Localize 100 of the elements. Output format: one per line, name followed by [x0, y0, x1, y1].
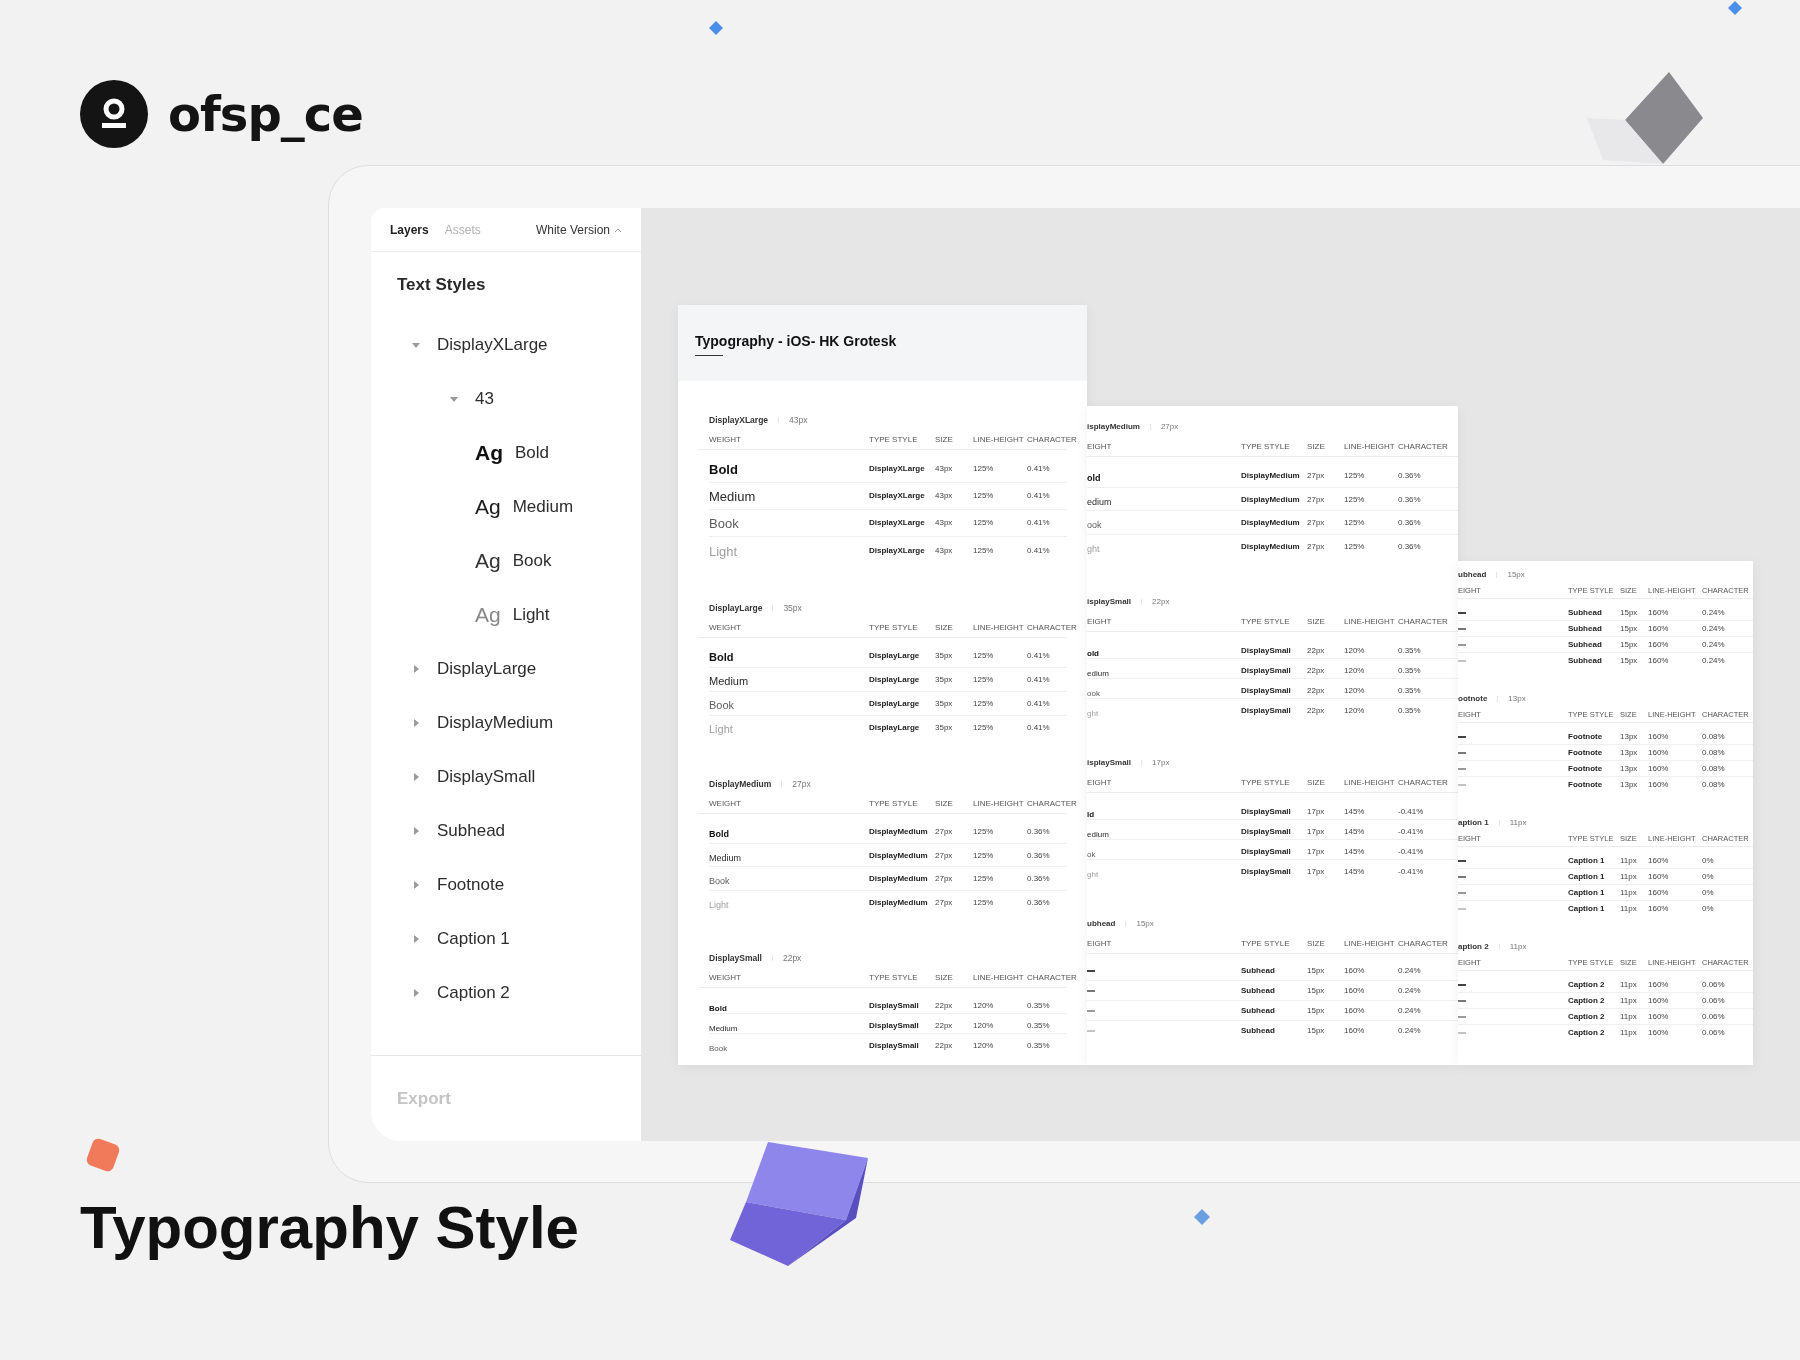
- table-cell-text: 35px: [935, 722, 954, 734]
- table-cell-text: 15px: [1620, 606, 1639, 619]
- column-header: LINE-HEIGHT: [1344, 776, 1396, 789]
- diamond-decoration: [708, 20, 724, 36]
- table-cell-text: DisplayLarge: [869, 698, 921, 710]
- version-dropdown[interactable]: White Version: [535, 220, 622, 239]
- table-cell-text: 125%: [1344, 470, 1366, 482]
- table-cell-text: 125%: [973, 463, 995, 475]
- column-header: TYPE STYLE: [869, 971, 919, 984]
- table-cell-text: 120%: [1344, 665, 1366, 677]
- tree-item[interactable]: Bold: [515, 440, 550, 466]
- table-cell-text: 160%: [1648, 746, 1670, 759]
- column-header: TYPE STYLE: [1241, 440, 1291, 453]
- table-cell-text: 0.36%: [1027, 896, 1051, 909]
- font-sample: Ag: [475, 440, 503, 467]
- caret-icon[interactable]: [411, 988, 421, 998]
- tree-item[interactable]: Caption 2: [437, 980, 510, 1006]
- table-cell-text: 0.08%: [1702, 746, 1726, 759]
- column-header: TYPE STYLE: [1241, 776, 1291, 789]
- table-cell-text: 0.35%: [1398, 705, 1422, 717]
- table-cell-text: Caption 1: [1568, 854, 1606, 867]
- table-cell-text: Subhead: [1241, 964, 1276, 977]
- table-cell-text: 125%: [973, 722, 995, 734]
- weight-label: ook: [1087, 689, 1100, 698]
- weight-label: ght: [1087, 870, 1099, 879]
- caret-icon[interactable]: [411, 664, 421, 674]
- table-cell-text: 15px: [1307, 1004, 1326, 1017]
- table-cell-text: DisplaySmall: [1241, 645, 1292, 657]
- caret-icon[interactable]: [449, 394, 459, 404]
- diamond-decoration: [1193, 1208, 1211, 1226]
- sheet-title: Typography - iOS- HK Grotesk: [695, 331, 898, 351]
- table-cell-text: DisplayMedium: [1241, 517, 1301, 529]
- tree-item[interactable]: Book: [512, 548, 552, 574]
- table-cell-text: 13px: [1620, 779, 1639, 791]
- tree-item[interactable]: Medium: [512, 494, 574, 520]
- weight-label: edium: [1087, 496, 1112, 507]
- caret-icon[interactable]: [411, 340, 421, 350]
- section-title: ubhead: [1087, 918, 1116, 930]
- column-header: CHARACTER: [1027, 797, 1077, 810]
- table-cell-text: 160%: [1648, 978, 1670, 991]
- chevron-up-icon: [614, 226, 622, 233]
- weight-label: ok: [1087, 850, 1096, 859]
- table-cell-text: Footnote: [1568, 762, 1604, 775]
- table-cell-text: 0.36%: [1398, 540, 1422, 553]
- caret-icon[interactable]: [411, 826, 421, 836]
- table-cell-text: 125%: [973, 873, 995, 885]
- tree-item[interactable]: Subhead: [437, 818, 506, 844]
- tree-item[interactable]: 43: [475, 386, 494, 412]
- caret-icon[interactable]: [411, 880, 421, 890]
- column-header: CHARACTER: [1398, 615, 1449, 628]
- table-cell-text: 27px: [1307, 517, 1326, 529]
- section-title: DisplayXLarge: [709, 413, 769, 427]
- tree-item[interactable]: Caption 1: [437, 926, 510, 952]
- table-cell-text: 160%: [1648, 762, 1670, 775]
- tab[interactable]: Layers: [390, 220, 429, 239]
- column-header: CHARACTER: [1398, 937, 1449, 950]
- table-cell-text: 160%: [1344, 964, 1366, 977]
- table-cell-text: 0.06%: [1702, 994, 1726, 1007]
- column-header: LINE-HEIGHT: [973, 433, 1025, 446]
- section-size: 22px: [782, 951, 802, 965]
- table-cell-text: DisplaySmall: [1241, 866, 1292, 878]
- column-header: EIGHT: [1087, 776, 1113, 789]
- table-cell-text: 0%: [1702, 903, 1715, 915]
- column-header: WEIGHT: [709, 797, 742, 810]
- table-cell-text: 125%: [973, 490, 995, 502]
- table-cell-text: DisplayMedium: [869, 826, 929, 838]
- caret-icon[interactable]: [411, 934, 421, 944]
- table-cell-text: 0.24%: [1398, 1004, 1422, 1017]
- weight-label: Light: [709, 723, 733, 735]
- table-cell-text: DisplaySmall: [1241, 846, 1292, 858]
- table-cell-text: 0.36%: [1027, 849, 1051, 862]
- table-cell-text: -0.41%: [1398, 846, 1425, 858]
- table-cell-text: 13px: [1620, 730, 1639, 743]
- weight-label: ook: [1087, 520, 1102, 530]
- tree-item[interactable]: DisplaySmall: [437, 764, 536, 790]
- section-size: 11px: [1509, 817, 1527, 829]
- caret-icon[interactable]: [411, 772, 421, 782]
- table-cell-text: 160%: [1648, 903, 1670, 915]
- table-cell-text: DisplayXLarge: [869, 463, 926, 475]
- table-cell-text: DisplayXLarge: [869, 490, 926, 502]
- column-header: TYPE STYLE: [1241, 615, 1291, 628]
- tree-item[interactable]: DisplayXLarge: [437, 332, 548, 358]
- caret-icon[interactable]: [411, 718, 421, 728]
- tree-item[interactable]: DisplayLarge: [437, 656, 537, 682]
- column-header: WEIGHT: [709, 621, 742, 634]
- table-cell-text: DisplayLarge: [869, 674, 921, 686]
- table-cell-text: Subhead: [1568, 655, 1603, 667]
- table-cell-text: Footnote: [1568, 746, 1604, 759]
- table-cell-text: 11px: [1620, 886, 1638, 899]
- table-cell-text: Caption 2: [1568, 1027, 1606, 1039]
- font-sample: Ag: [475, 494, 501, 521]
- tree-item[interactable]: Light: [512, 602, 550, 628]
- table-cell-text: 15px: [1620, 622, 1639, 635]
- table-cell-text: 22px: [1307, 645, 1326, 657]
- diamond-decoration: [1727, 0, 1743, 16]
- weight-label: Light: [709, 899, 729, 910]
- table-cell-text: 0%: [1702, 886, 1715, 899]
- table-cell-text: 11px: [1620, 854, 1638, 867]
- tree-item[interactable]: DisplayMedium: [437, 710, 554, 736]
- tree-item[interactable]: Footnote: [437, 872, 505, 898]
